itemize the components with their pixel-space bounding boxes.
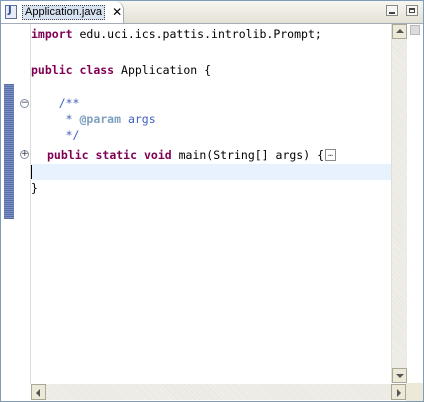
tab-application-java[interactable]: Application.java ✕ (1, 1, 124, 23)
ruler-bottom-padding (1, 384, 31, 401)
folding-gutter: − + (16, 24, 30, 384)
folded-code-indicator[interactable]: … (325, 148, 336, 161)
editor-tab-bar: Application.java ✕ (1, 1, 423, 24)
scroll-up-icon[interactable] (392, 24, 407, 39)
code-line-javadoc-param: * @param args (31, 112, 156, 126)
code-line-import: import edu.uci.ics.pattis.introlib.Promp… (31, 27, 322, 41)
fold-expand-icon[interactable]: + (20, 150, 29, 159)
quick-diff-bar (4, 84, 14, 219)
maximize-icon[interactable] (406, 5, 418, 16)
overview-marker[interactable] (410, 25, 420, 35)
scrollbar-corner (406, 383, 423, 401)
java-editor: Application.java ✕ − + import edu.uci.ic… (0, 0, 424, 402)
tab-label: Application.java (22, 4, 106, 20)
scroll-down-icon[interactable] (392, 368, 407, 383)
scroll-left-icon[interactable] (31, 384, 46, 400)
overview-ruler (407, 24, 423, 383)
code-line-javadoc-open: /** (31, 96, 80, 110)
code-text-area[interactable]: import edu.uci.ics.pattis.introlib.Promp… (31, 24, 391, 384)
code-line-javadoc-close: */ (31, 128, 80, 142)
java-file-icon (5, 5, 17, 19)
code-line-main-method: public static void main(String[] args) {… (47, 147, 391, 163)
vertical-scrollbar[interactable] (391, 24, 407, 383)
fold-collapse-icon[interactable]: − (20, 99, 29, 108)
scroll-right-icon[interactable] (391, 384, 406, 400)
code-line-class-close: } (31, 181, 38, 195)
minimize-icon[interactable] (386, 5, 398, 16)
close-icon[interactable]: ✕ (112, 6, 122, 18)
code-line-class-decl: public class Application { (31, 63, 212, 77)
text-caret (31, 165, 32, 179)
current-line-highlight (31, 164, 391, 180)
vertical-ruler (1, 24, 16, 384)
horizontal-scrollbar[interactable] (31, 384, 406, 400)
